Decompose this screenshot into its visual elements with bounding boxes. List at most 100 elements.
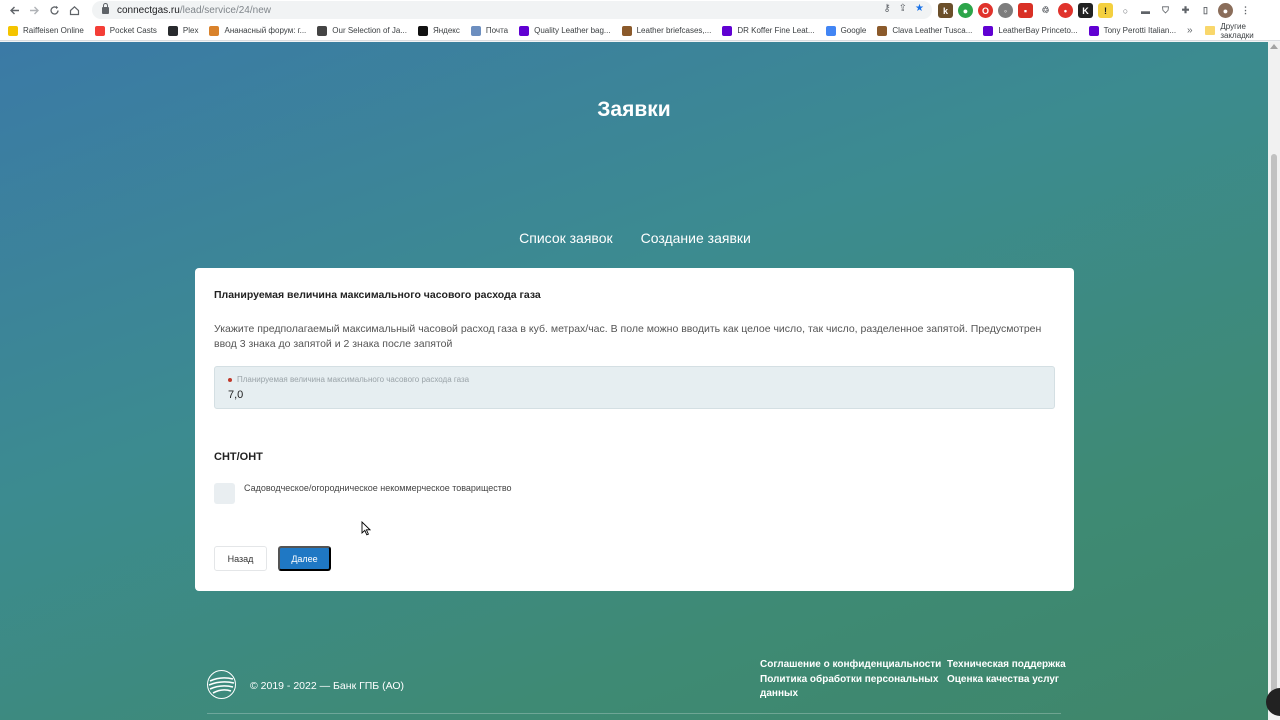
back-arrow-icon[interactable] [4, 0, 24, 21]
bookmark-item[interactable]: LeatherBay Princeto... [983, 25, 1078, 36]
bookmark-label: LeatherBay Princeto... [998, 26, 1078, 35]
yandex-icon [417, 25, 428, 36]
forward-arrow-icon[interactable] [24, 0, 44, 21]
home-icon[interactable] [64, 0, 84, 21]
snt-checkbox[interactable] [214, 483, 235, 504]
next-button[interactable]: Далее [278, 546, 331, 571]
privacy-agreement-link[interactable]: Соглашение о конфиденциальности [760, 658, 941, 673]
bookmark-label: Pocket Casts [109, 26, 157, 35]
extension-red-badge-icon[interactable]: ▪ [1018, 3, 1033, 18]
extension-k-black-icon[interactable]: K [1078, 3, 1093, 18]
bookmark-item[interactable]: Pocket Casts [94, 25, 157, 36]
bookmark-item[interactable]: Clava Leather Tusca... [877, 25, 973, 36]
bookmark-label: Our Selection of Ja... [332, 26, 407, 35]
bookmark-label: Leather briefcases,... [636, 26, 712, 35]
google-icon [825, 25, 836, 36]
extensions-area: k ● O ◦ ▪ ♲ • K ! ○ ▬ ⛉ ✚ ▯ ● ⋮ [938, 3, 1253, 18]
bookmark-label: Clava Leather Tusca... [892, 26, 973, 35]
bookmark-item[interactable]: Ананасный форум: г... [209, 25, 307, 36]
menu-dots-icon[interactable]: ⋮ [1238, 3, 1253, 18]
extension-red-icon[interactable]: • [1058, 3, 1073, 18]
field-hint: Укажите предполагаемый максимальный часо… [214, 323, 1042, 350]
bookmark-item[interactable]: Quality Leather bag... [519, 25, 611, 36]
footer-links-col1: Соглашение о конфиденциальности Политика… [760, 658, 941, 702]
yahoo-icon [1088, 25, 1099, 36]
shield-icon[interactable]: ⛉ [1158, 3, 1173, 18]
bookmark-label: Plex [182, 26, 199, 35]
yahoo-icon [722, 25, 733, 36]
bookmark-item[interactable]: DR Koffer Fine Leat... [722, 25, 815, 36]
bookmark-item[interactable]: Our Selection of Ja... [317, 25, 407, 36]
yahoo-icon [983, 25, 994, 36]
snt-checkbox-label[interactable]: Садоводческое/огородническое некоммерчес… [244, 483, 512, 493]
bookmark-label: Почта [485, 26, 509, 35]
personal-data-policy-link-cont[interactable]: данных [760, 687, 941, 702]
key-icon[interactable]: ⚷ [883, 3, 890, 14]
browser-toolbar: connectgas.ru/lead/service/24/new ⚷ ⇪ ★ … [0, 0, 1280, 21]
tab-applications-list[interactable]: Список заявок [517, 230, 612, 246]
page-scrollbar[interactable] [1268, 42, 1280, 720]
extension-circle-icon[interactable]: ○ [1118, 3, 1133, 18]
form-card: Планируемая величина максимального часов… [195, 268, 1074, 591]
bookmark-item[interactable]: Leather briefcases,... [621, 25, 712, 36]
bookmark-item[interactable]: Почта [470, 25, 509, 36]
tech-support-link[interactable]: Техническая поддержка [947, 658, 1066, 673]
gas-consumption-input[interactable]: Планируемая величина максимального часов… [214, 366, 1055, 409]
bookmark-item[interactable]: Raiffeisen Online [8, 25, 84, 36]
plex-icon [167, 25, 178, 36]
mouse-cursor-icon [361, 520, 372, 541]
extension-gray-icon[interactable]: ◦ [998, 3, 1013, 18]
tabs: Список заявок Создание заявки [0, 230, 1268, 246]
field-title: Планируемая величина максимального часов… [214, 289, 541, 301]
footer-links-col2: Техническая поддержка Оценка качества ус… [947, 658, 1066, 687]
page-content: Заявки Список заявок Создание заявки Пла… [0, 42, 1268, 720]
section-title-snt: СНТ/ОНТ [214, 451, 263, 463]
tab-create-application[interactable]: Создание заявки [639, 230, 751, 246]
bookmark-label: Raiffeisen Online [23, 26, 84, 35]
bookmarks-bar: Raiffeisen Online Pocket Casts Plex Ананасн… [0, 21, 1280, 41]
evernote-icon[interactable]: ● [958, 3, 973, 18]
required-indicator [228, 378, 232, 382]
pineapple-forum-icon [209, 25, 220, 36]
puzzle-icon[interactable]: ✚ [1178, 3, 1193, 18]
side-panel-icon[interactable]: ▯ [1198, 3, 1213, 18]
bookmarks-overflow-icon[interactable]: » [1187, 25, 1193, 36]
input-value[interactable]: 7,0 [228, 389, 243, 401]
bookmark-item[interactable]: Google [825, 25, 866, 36]
leather-icon [877, 25, 888, 36]
pocket-casts-icon [94, 25, 105, 36]
service-rating-link[interactable]: Оценка качества услуг [947, 673, 1066, 688]
bookmark-item[interactable]: Яндекс [417, 25, 460, 36]
folder-icon [1204, 26, 1216, 35]
copyright-text: © 2019 - 2022 — Банк ГПБ (АО) [250, 680, 405, 692]
back-button[interactable]: Назад [214, 546, 267, 571]
bookmark-label: Tony Perotti Italian... [1103, 26, 1177, 35]
url-text: connectgas.ru/lead/service/24/new [117, 4, 271, 16]
other-bookmarks[interactable]: Другие закладки [1204, 21, 1280, 40]
lock-icon [102, 2, 109, 14]
other-bookmarks-label: Другие закладки [1220, 21, 1254, 40]
briefcase-icon [621, 25, 632, 36]
avatar[interactable]: ● [1218, 3, 1233, 18]
bookmark-star-icon[interactable]: ★ [915, 3, 924, 14]
extension-k-icon[interactable]: k [938, 3, 953, 18]
bookmark-label: Quality Leather bag... [534, 26, 611, 35]
bookmark-item[interactable]: Plex [167, 25, 199, 36]
personal-data-policy-link[interactable]: Политика обработки персональных [760, 673, 941, 688]
bookmark-label: Яндекс [432, 26, 460, 35]
extension-yellow-icon[interactable]: ! [1098, 3, 1113, 18]
bookmark-item[interactable]: Tony Perotti Italian... [1088, 25, 1177, 36]
address-bar[interactable]: connectgas.ru/lead/service/24/new ⚷ ⇪ ★ [92, 1, 932, 19]
share-icon[interactable]: ⇪ [899, 3, 907, 14]
globe-icon [317, 25, 328, 36]
bookmark-label: DR Koffer Fine Leat... [737, 26, 815, 35]
reload-icon[interactable] [44, 0, 64, 21]
mail-icon [470, 25, 481, 36]
bookmark-label: Ананасный форум: г... [224, 26, 307, 35]
extension-tray-icon[interactable]: ▬ [1138, 3, 1153, 18]
scrollbar-thumb[interactable] [1271, 154, 1277, 714]
bank-logo-icon[interactable] [207, 670, 236, 699]
recycle-icon[interactable]: ♲ [1038, 3, 1053, 18]
opera-icon[interactable]: O [978, 3, 993, 18]
scroll-up-arrow-icon[interactable] [1270, 44, 1278, 49]
